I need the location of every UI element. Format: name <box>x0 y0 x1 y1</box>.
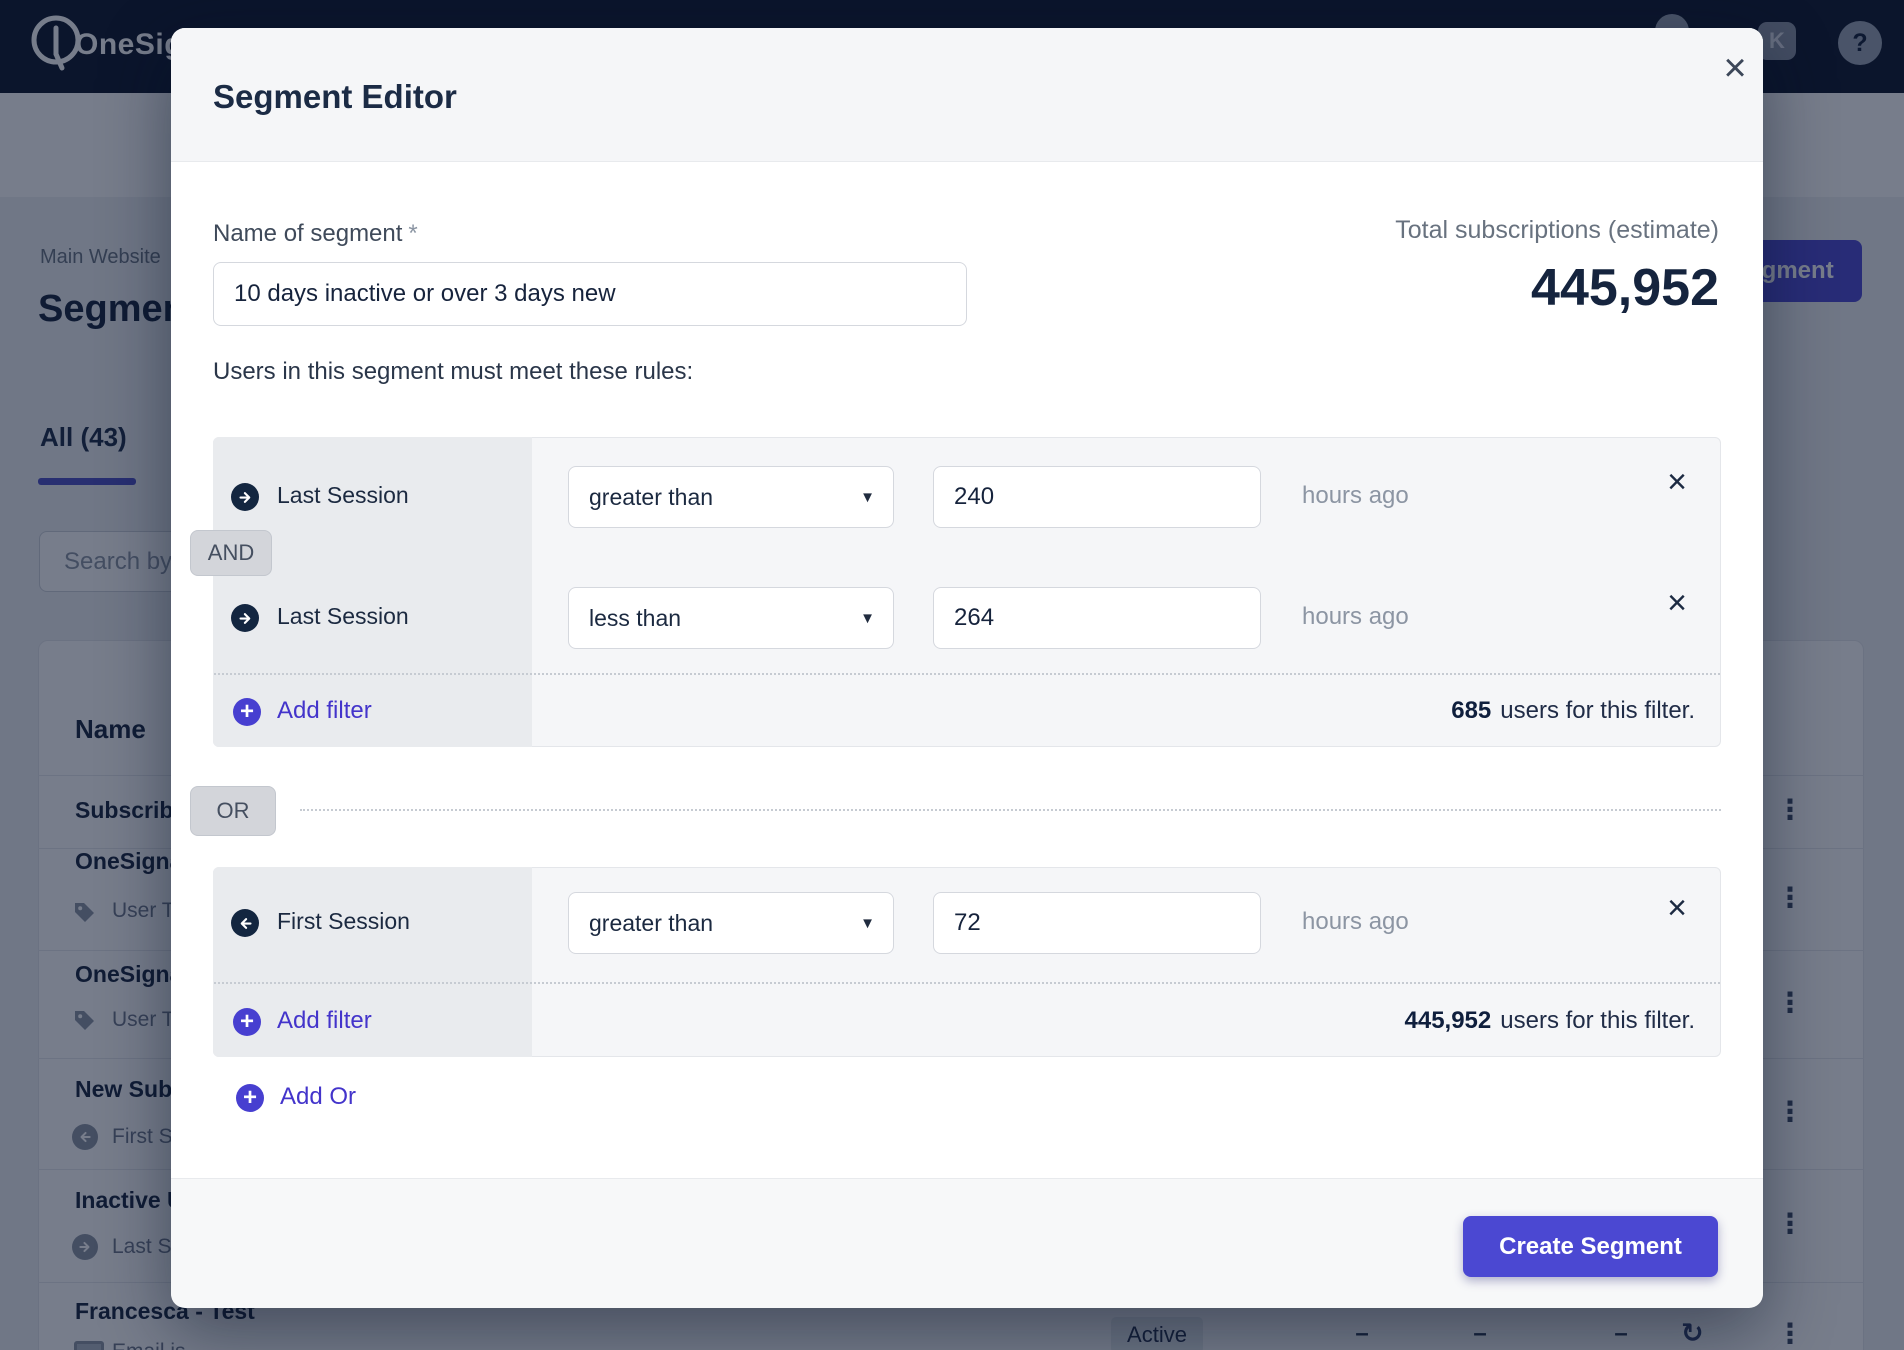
close-icon[interactable]: × <box>1711 44 1759 92</box>
filter-group-2-field-column <box>213 867 532 1057</box>
operator-value: less than <box>589 605 681 632</box>
rules-intro-text: Users in this segment must meet these ru… <box>213 358 693 386</box>
group-divider <box>214 982 1720 984</box>
plus-icon[interactable]: + <box>233 698 261 726</box>
or-divider <box>300 809 1721 811</box>
unit-label: hours ago <box>1302 603 1409 631</box>
filter-count-text: 685users for this filter. <box>1451 697 1695 725</box>
unit-label: hours ago <box>1302 908 1409 936</box>
first-session-icon <box>231 909 259 937</box>
filter-field-label: Last Session <box>277 603 409 630</box>
add-filter-button[interactable]: Add filter <box>277 1007 372 1035</box>
hours-value-input[interactable] <box>933 587 1261 649</box>
last-session-icon <box>231 483 259 511</box>
name-of-segment-label: Name of segment* <box>213 220 418 248</box>
filter-count-text: 445,952users for this filter. <box>1405 1007 1696 1035</box>
total-subscriptions-label: Total subscriptions (estimate) <box>1395 216 1719 245</box>
remove-filter-icon[interactable]: × <box>1657 583 1697 623</box>
or-joiner-badge: OR <box>190 786 276 836</box>
operator-value: greater than <box>589 910 713 937</box>
plus-icon[interactable]: + <box>233 1008 261 1036</box>
modal-title: Segment Editor <box>213 78 457 116</box>
add-or-button[interactable]: Add Or <box>280 1083 356 1111</box>
operator-select[interactable]: less than ▼ <box>568 587 894 649</box>
hours-value-input[interactable] <box>933 892 1261 954</box>
segment-name-input[interactable] <box>213 262 967 326</box>
chevron-down-icon: ▼ <box>860 610 875 627</box>
chevron-down-icon: ▼ <box>860 489 875 506</box>
required-asterisk: * <box>408 220 417 247</box>
group-divider <box>214 673 1720 675</box>
operator-select[interactable]: greater than ▼ <box>568 892 894 954</box>
name-label-text: Name of segment <box>213 220 402 247</box>
operator-value: greater than <box>589 484 713 511</box>
modal-footer: Create Segment <box>171 1178 1763 1308</box>
filter-field-label: Last Session <box>277 482 409 509</box>
filter-count-number: 445,952 <box>1405 1007 1492 1034</box>
filter-field-label: First Session <box>277 908 410 935</box>
add-filter-button[interactable]: Add filter <box>277 697 372 725</box>
unit-label: hours ago <box>1302 482 1409 510</box>
last-session-icon <box>231 604 259 632</box>
total-subscriptions-value: 445,952 <box>1531 258 1719 318</box>
plus-icon[interactable]: + <box>236 1084 264 1112</box>
create-segment-button[interactable]: Create Segment <box>1463 1216 1718 1277</box>
remove-filter-icon[interactable]: × <box>1657 462 1697 502</box>
filter-count-number: 685 <box>1451 697 1491 724</box>
and-joiner-badge: AND <box>190 530 272 576</box>
remove-filter-icon[interactable]: × <box>1657 888 1697 928</box>
segment-editor-modal: Segment Editor × Name of segment* Total … <box>171 28 1763 1307</box>
operator-select[interactable]: greater than ▼ <box>568 466 894 528</box>
hours-value-input[interactable] <box>933 466 1261 528</box>
screen: OneSignal K ? Main Website Segments All … <box>0 0 1904 1350</box>
chevron-down-icon: ▼ <box>860 915 875 932</box>
